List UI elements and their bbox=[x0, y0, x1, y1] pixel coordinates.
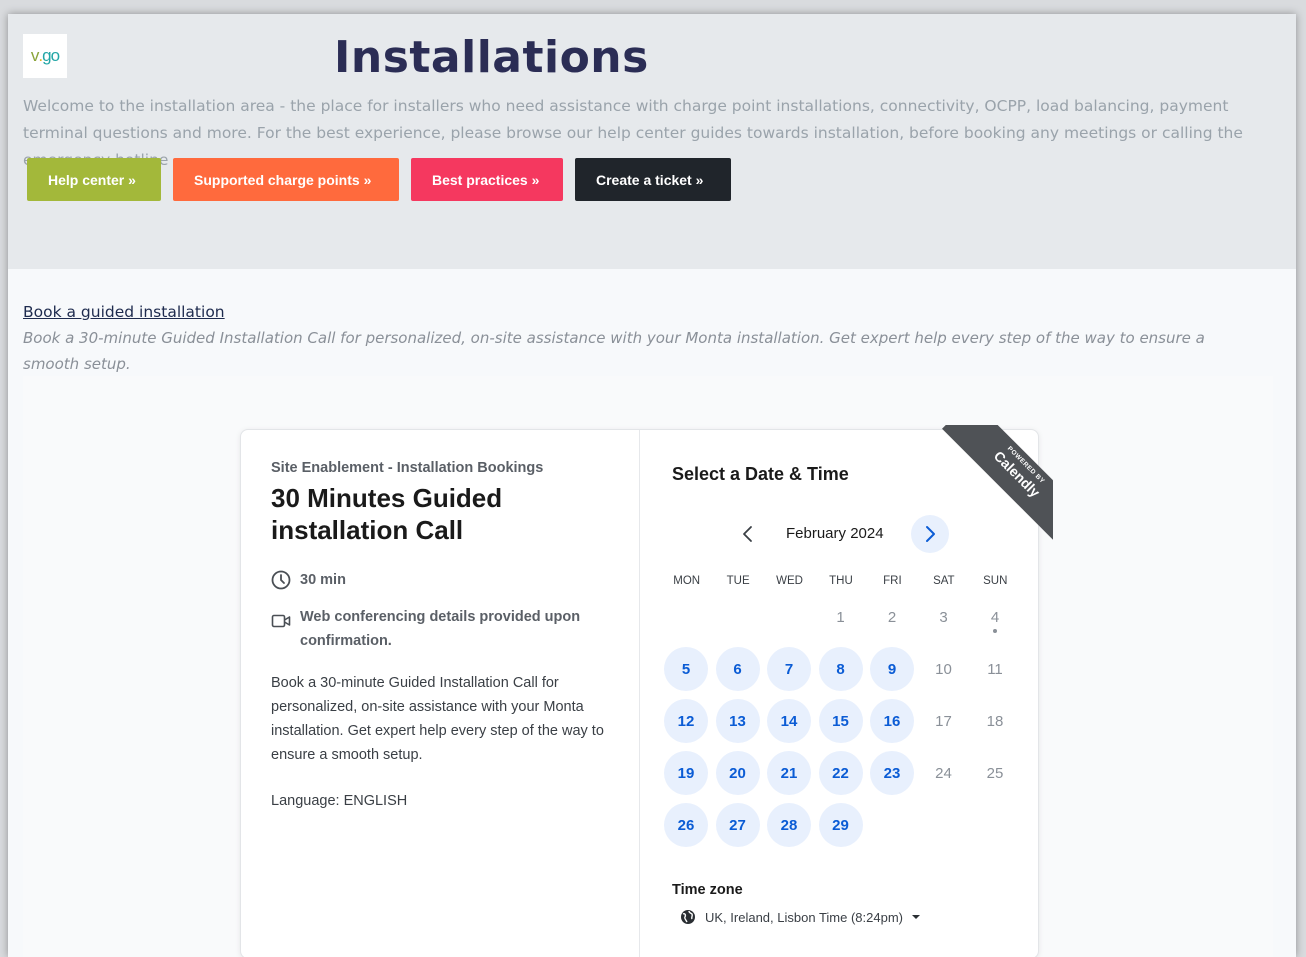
calendly-card: Site Enablement - Installation Bookings … bbox=[240, 429, 1039, 957]
calendar-day-19[interactable]: 19 bbox=[664, 751, 708, 795]
calendar-day-21[interactable]: 21 bbox=[767, 751, 811, 795]
hero-buttons: Help center » Supported charge points » … bbox=[27, 158, 731, 201]
calendar-day-25: 25 bbox=[986, 764, 1004, 782]
timezone-value: UK, Ireland, Lisbon Time (8:24pm) bbox=[705, 909, 903, 925]
calendar-day-2: 2 bbox=[887, 608, 897, 626]
clock-icon bbox=[271, 570, 291, 590]
web-conference-text: Web conferencing details provided upon c… bbox=[300, 609, 581, 649]
event-language: Language: ENGLISH bbox=[271, 793, 408, 809]
calendar-day-29[interactable]: 29 bbox=[818, 803, 863, 847]
timezone-selector[interactable]: UK, Ireland, Lisbon Time (8:24pm) bbox=[680, 909, 920, 925]
calendar-day-5[interactable]: 5 bbox=[664, 647, 708, 691]
calendar-day-13[interactable]: 13 bbox=[715, 699, 760, 743]
month-label: February 2024 bbox=[786, 525, 884, 542]
calendar-day-11: 11 bbox=[987, 660, 1003, 678]
weekday-fri: FRI bbox=[883, 575, 902, 587]
month-navigation: February 2024 bbox=[730, 515, 960, 553]
weekday-wed: WED bbox=[776, 575, 803, 587]
calendar-day-28[interactable]: 28 bbox=[767, 803, 811, 847]
calendar-day-16[interactable]: 16 bbox=[870, 699, 914, 743]
globe-icon bbox=[681, 910, 695, 924]
calendar-day-26[interactable]: 26 bbox=[664, 803, 708, 847]
calendar-day-9[interactable]: 9 bbox=[870, 647, 914, 691]
calendar-day-6[interactable]: 6 bbox=[715, 647, 760, 691]
page-title: Installations bbox=[334, 32, 649, 83]
vgo-logo[interactable]: v. go bbox=[23, 34, 67, 78]
weekday-header: MON TUE WED THU FRI SAT SUN bbox=[661, 575, 1021, 587]
caret-down-icon bbox=[911, 915, 920, 919]
calendar-day-22[interactable]: 22 bbox=[818, 751, 863, 795]
calendar-day-14[interactable]: 14 bbox=[767, 699, 811, 743]
weekday-sat: SAT bbox=[933, 575, 955, 587]
calendar-day-15[interactable]: 15 bbox=[818, 699, 863, 743]
video-camera-icon bbox=[271, 614, 291, 628]
weekday-mon: MON bbox=[673, 575, 701, 587]
calendar-day-3: 3 bbox=[939, 608, 948, 626]
hero-section: v. go Installations Welcome to the instal… bbox=[8, 14, 1296, 269]
create-ticket-button[interactable]: Create a ticket » bbox=[575, 158, 731, 201]
book-guided-installation-link[interactable]: Book a guided installation bbox=[23, 303, 225, 321]
calendar-day-8[interactable]: 8 bbox=[818, 647, 863, 691]
event-description: Book a 30-minute Guided Installation Cal… bbox=[271, 675, 604, 763]
calendar-day-12[interactable]: 12 bbox=[664, 699, 708, 743]
chevron-right-icon bbox=[926, 526, 935, 542]
supported-charge-points-button[interactable]: Supported charge points » bbox=[173, 158, 399, 201]
calendar-day-18: 18 bbox=[986, 712, 1004, 730]
booking-description: Book a 30-minute Guided Installation Cal… bbox=[23, 329, 1205, 373]
organization-name: Site Enablement - Installation Bookings bbox=[271, 460, 544, 476]
calendar-day-24: 24 bbox=[935, 764, 952, 782]
weekday-tue: TUE bbox=[726, 575, 750, 587]
duration-row: 30 min bbox=[271, 568, 610, 592]
help-center-button[interactable]: Help center » bbox=[27, 158, 161, 201]
calendar-day-1: 1 bbox=[836, 608, 845, 626]
calendar-day-23[interactable]: 23 bbox=[870, 751, 914, 795]
powered-by-calendly-ribbon[interactable]: POWERED BY Calendly bbox=[938, 425, 1053, 547]
calendar-day-7[interactable]: 7 bbox=[767, 647, 811, 691]
best-practices-button[interactable]: Best practices » bbox=[411, 158, 563, 201]
duration-text: 30 min bbox=[300, 572, 346, 588]
event-name: 30 Minutes Guided installation Call bbox=[271, 483, 503, 545]
calendar-day-17: 17 bbox=[935, 712, 952, 730]
select-date-title: Select a Date & Time bbox=[672, 464, 849, 484]
event-details-pane: Site Enablement - Installation Bookings … bbox=[241, 430, 640, 957]
weekday-thu: THU bbox=[829, 575, 853, 587]
timezone-label: Time zone bbox=[672, 882, 743, 898]
chevron-left-icon[interactable] bbox=[738, 523, 758, 545]
calendar-day-20[interactable]: 20 bbox=[715, 751, 760, 795]
weekday-sun: SUN bbox=[983, 575, 1008, 587]
calendar-day-27[interactable]: 27 bbox=[715, 803, 760, 847]
web-conference-row: Web conferencing details provided upon c… bbox=[271, 605, 610, 653]
calendar-day-4: 4 bbox=[973, 595, 1017, 639]
calendar-day-10: 10 bbox=[935, 660, 952, 678]
